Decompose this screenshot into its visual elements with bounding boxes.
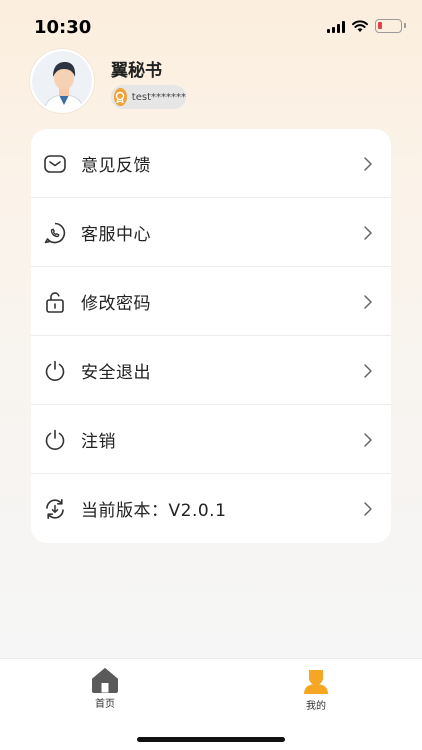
- menu-item-change-password[interactable]: 修改密码: [31, 267, 391, 336]
- chevron-right-icon: [363, 432, 373, 448]
- medal-icon: [114, 88, 127, 106]
- tab-mine[interactable]: 我的: [286, 667, 346, 719]
- menu-item-version[interactable]: 当前版本：V2.0.1: [31, 474, 391, 543]
- menu-item-label: 修改密码: [81, 289, 151, 314]
- cellular-signal-icon: [327, 21, 345, 33]
- chevron-right-icon: [363, 156, 373, 172]
- lock-icon: [43, 290, 67, 314]
- menu-item-logout[interactable]: 安全退出: [31, 336, 391, 405]
- menu-item-label: 安全退出: [81, 358, 151, 383]
- status-bar: 10:30: [0, 0, 422, 54]
- menu-item-customer-service[interactable]: 客服中心: [31, 198, 391, 267]
- chevron-right-icon: [363, 501, 373, 517]
- chevron-right-icon: [363, 225, 373, 241]
- power-icon: [43, 359, 67, 383]
- feedback-icon: [43, 152, 67, 176]
- account-id: test*******: [132, 92, 186, 103]
- menu-item-label: 客服中心: [81, 220, 151, 245]
- user-name: 翼秘书: [111, 56, 162, 81]
- menu-card: 意见反馈 客服中心 修改密码 安全退出: [31, 129, 391, 543]
- battery-icon: [375, 19, 402, 33]
- status-time: 10:30: [34, 17, 91, 38]
- wifi-icon: [351, 19, 369, 33]
- version-label: 当前版本：V2.0.1: [81, 496, 226, 521]
- home-icon: [91, 667, 119, 693]
- menu-item-label: 注销: [81, 427, 116, 452]
- customer-service-icon: [43, 221, 67, 245]
- tab-mine-label: 我的: [306, 697, 326, 712]
- chevron-right-icon: [363, 294, 373, 310]
- tab-home[interactable]: 首页: [75, 667, 135, 719]
- tab-home-label: 首页: [95, 695, 115, 710]
- menu-item-feedback[interactable]: 意见反馈: [31, 129, 391, 198]
- user-icon: [302, 667, 330, 695]
- update-icon: [43, 497, 67, 521]
- account-badge: test*******: [111, 85, 186, 109]
- home-indicator: [137, 737, 285, 742]
- power-icon: [43, 428, 67, 452]
- chevron-right-icon: [363, 363, 373, 379]
- avatar[interactable]: [30, 49, 94, 113]
- menu-item-deregister[interactable]: 注销: [31, 405, 391, 474]
- menu-item-label: 意见反馈: [81, 151, 151, 176]
